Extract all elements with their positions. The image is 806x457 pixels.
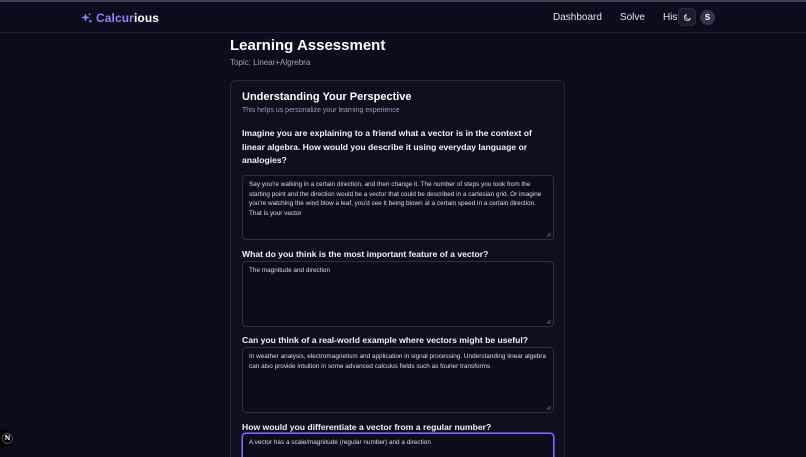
brand-logo[interactable]: Calcurious <box>80 10 159 26</box>
question-3-text: Can you think of a real-world example wh… <box>242 335 529 345</box>
brand-name-accent: Calcur <box>96 11 134 25</box>
nav-solve[interactable]: Solve <box>620 12 645 23</box>
answer-3-textarea[interactable]: In weather analysis, electromagnetism an… <box>242 347 554 413</box>
nav-links: Dashboard Solve History <box>553 12 694 23</box>
navbar: Calcurious Dashboard Solve History S <box>0 2 806 33</box>
answer-4-value: A vector has a scale/magnitude (regular … <box>249 439 431 446</box>
brand-name-rest: ious <box>133 11 160 25</box>
next-logo-icon: N <box>2 433 13 444</box>
resize-grip-icon[interactable] <box>546 232 551 237</box>
question-1-text: Imagine you are explaining to a friend w… <box>242 128 532 165</box>
topic-label: Topic: Linear+Algrebra <box>230 58 311 67</box>
answer-3-value: In weather analysis, electromagnetism an… <box>249 353 546 370</box>
card-title: Understanding Your Perspective <box>242 91 412 103</box>
user-avatar[interactable]: S <box>700 10 715 25</box>
answer-1-value: Say you're walking in a certain directio… <box>249 181 542 218</box>
dev-tools-badge[interactable]: N <box>0 430 14 447</box>
nav-dashboard[interactable]: Dashboard <box>553 12 602 23</box>
resize-grip-icon[interactable] <box>546 319 551 324</box>
resize-grip-icon[interactable] <box>546 405 551 410</box>
card-subtitle: This helps us personalize your learning … <box>242 107 400 114</box>
answer-2-textarea[interactable]: The magnitude and direction <box>242 261 554 327</box>
theme-toggle-button[interactable] <box>678 8 696 26</box>
answer-2-value: The magnitude and direction <box>249 267 331 274</box>
sparkles-icon <box>81 12 93 23</box>
question-2-text: What do you think is the most important … <box>242 249 489 259</box>
brand-name: Calcurious <box>96 11 159 25</box>
answer-1-textarea[interactable]: Say you're walking in a certain directio… <box>242 175 554 240</box>
answer-4-textarea[interactable]: A vector has a scale/magnitude (regular … <box>242 433 554 457</box>
page-title: Learning Assessment <box>230 37 386 54</box>
moon-icon <box>683 13 691 21</box>
